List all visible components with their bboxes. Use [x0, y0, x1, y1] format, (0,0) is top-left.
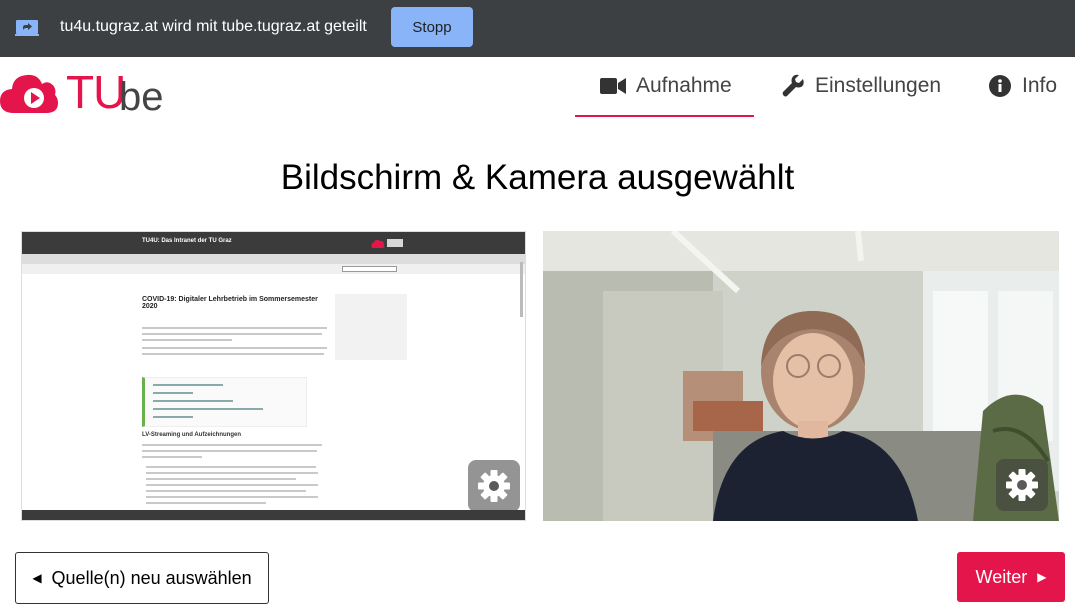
- preview-sidebar-box: [335, 294, 407, 360]
- cloud-play-icon: [0, 74, 58, 113]
- preview-site-subnav: [22, 264, 525, 274]
- gear-icon: [478, 470, 510, 502]
- app-header: TU be Aufnahme Einstellungen Info: [0, 57, 1075, 120]
- preview-section-heading: LV-Streaming und Aufzeichnungen: [142, 432, 241, 438]
- screen-share-bar: tu4u.tugraz.at wird mit tube.tugraz.at g…: [0, 0, 1075, 57]
- logo-be-text: be: [119, 75, 164, 119]
- stop-sharing-button[interactable]: Stopp: [391, 7, 473, 47]
- nav-tab-info-label: Info: [1022, 74, 1058, 97]
- preview-scrollbar: [520, 262, 523, 317]
- screen-share-icon: [15, 19, 39, 37]
- page-title: Bildschirm & Kamera ausgewählt: [280, 158, 795, 197]
- next-button[interactable]: Weiter ▶: [957, 552, 1065, 602]
- screen-preview: TU4U: Das Intranet der TU Graz COVID-19:…: [21, 231, 526, 521]
- preview-table-of-contents: [142, 377, 307, 427]
- camera-preview: [543, 231, 1059, 521]
- wrench-icon: [782, 74, 804, 97]
- info-circle-icon: [989, 75, 1011, 97]
- tu-graz-logo-icon: [371, 239, 403, 248]
- caret-left-icon: ◀: [32, 571, 42, 585]
- preview-site-topbar: TU4U: Das Intranet der TU Graz: [22, 232, 525, 254]
- reselect-sources-button[interactable]: ◀ Quelle(n) neu auswählen: [15, 552, 269, 604]
- caret-right-icon: ▶: [1037, 570, 1047, 584]
- nav-tab-info[interactable]: Info: [988, 71, 1057, 101]
- next-button-label: Weiter: [975, 566, 1028, 587]
- nav-tab-aufnahme-label: Aufnahme: [636, 74, 732, 97]
- tube-logo[interactable]: TU be: [0, 65, 185, 119]
- share-status-text: tu4u.tugraz.at wird mit tube.tugraz.at g…: [60, 18, 367, 35]
- camera-settings-button[interactable]: [996, 459, 1048, 511]
- preview-article-heading: COVID-19: Digitaler Lehrbetrieb im Somme…: [142, 296, 318, 310]
- video-camera-icon: [600, 78, 626, 94]
- logo-tu-text: TU: [66, 66, 126, 118]
- active-tab-indicator: [575, 115, 754, 117]
- nav-tab-einstellungen[interactable]: Einstellungen: [781, 71, 941, 101]
- preview-site-tabs: [22, 254, 525, 264]
- nav-tab-aufnahme[interactable]: Aufnahme: [600, 71, 732, 101]
- preview-site-title: TU4U: Das Intranet der TU Graz: [142, 238, 232, 244]
- reselect-sources-label: Quelle(n) neu auswählen: [51, 567, 252, 588]
- nav-tab-einstellungen-label: Einstellungen: [815, 74, 942, 97]
- camera-feed-image: [543, 231, 1059, 521]
- gear-icon: [1006, 469, 1038, 501]
- preview-site-footer: [22, 510, 525, 520]
- screen-settings-button[interactable]: [468, 460, 520, 512]
